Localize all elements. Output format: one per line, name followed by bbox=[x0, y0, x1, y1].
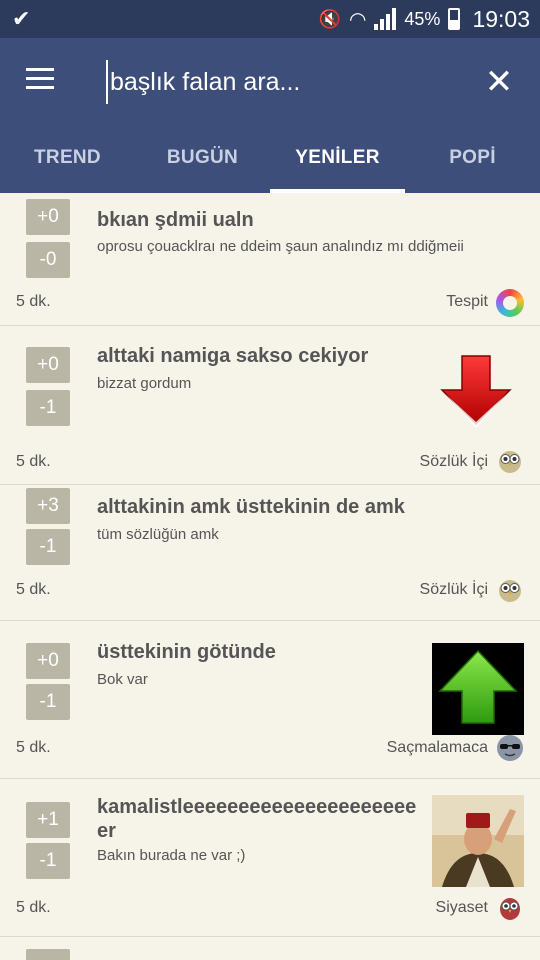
entry-category[interactable]: Siyaset bbox=[436, 899, 488, 917]
list-item[interactable] bbox=[0, 937, 540, 960]
downvote-button[interactable]: -1 bbox=[26, 843, 70, 879]
list-item[interactable]: +0 -1 alttaki namiga sakso cekiyor bizza… bbox=[0, 326, 540, 485]
entry-body: oprosu çouacklraı ne ddeim şaun analındı… bbox=[97, 238, 464, 255]
entry-time: 5 dk. bbox=[16, 581, 51, 598]
search-input[interactable] bbox=[106, 60, 466, 104]
downvote-button[interactable]: -1 bbox=[26, 390, 70, 426]
upvote-button[interactable]: +3 bbox=[26, 488, 70, 524]
entry-body: Bakın burada ne var ;) bbox=[97, 847, 246, 864]
battery-percent: 45% bbox=[404, 8, 441, 29]
red-owl-icon bbox=[500, 898, 520, 920]
red-down-arrow-image bbox=[440, 355, 512, 428]
upvote-button[interactable]: +1 bbox=[26, 802, 70, 838]
list-item[interactable]: +1 -1 kamalistleeeeeeeeeeeeeeeeeeeee er … bbox=[0, 779, 540, 937]
check-icon: ✔ bbox=[12, 6, 31, 31]
man-with-fez-photo bbox=[432, 795, 524, 887]
downvote-button[interactable]: -1 bbox=[26, 684, 70, 720]
entry-title-line-1: kamalistleeeeeeeeeeeeeeeeeeeee bbox=[97, 796, 417, 818]
entry-time: 5 dk. bbox=[16, 453, 51, 470]
wifi-icon: ◠ bbox=[348, 8, 367, 31]
tab-popi[interactable]: POPİ bbox=[405, 130, 540, 193]
entry-title[interactable]: kamalistleeeeeeeeeeeeeeeeeeeee er bbox=[97, 795, 427, 843]
sunglasses-face-icon bbox=[497, 735, 523, 761]
green-up-arrow-image bbox=[432, 643, 524, 735]
entry-body: bizzat gordum bbox=[97, 375, 192, 392]
signal-icon bbox=[374, 8, 397, 30]
tab-yeniler[interactable]: YENİLER bbox=[270, 130, 405, 193]
upvote-button[interactable]: +0 bbox=[26, 347, 70, 383]
mute-icon: 🔇 bbox=[318, 8, 341, 29]
list-item[interactable]: +0 -1 üsttekinin götünde Bok var 5 dk. S… bbox=[0, 621, 540, 779]
entry-title-line-2: er bbox=[97, 820, 116, 842]
tab-trend[interactable]: TREND bbox=[0, 130, 135, 193]
entry-title[interactable]: üsttekinin götünde bbox=[97, 641, 276, 664]
entry-time: 5 dk. bbox=[16, 739, 51, 756]
owl-icon bbox=[499, 451, 521, 473]
app-bar: ✕ TREND BUGÜN YENİLER POPİ bbox=[0, 38, 540, 193]
entry-category[interactable]: Saçmalamaca bbox=[387, 739, 488, 757]
list-item[interactable]: +3 -1 alttakinin amk üsttekinin de amk t… bbox=[0, 485, 540, 621]
list-item[interactable]: +0 -0 bkıan şdmii ualn oprosu çouacklraı… bbox=[0, 193, 540, 326]
hamburger-menu-icon[interactable] bbox=[26, 68, 58, 92]
upvote-button[interactable]: +0 bbox=[26, 643, 70, 679]
entry-time: 5 dk. bbox=[16, 293, 51, 310]
entry-time: 5 dk. bbox=[16, 899, 51, 916]
downvote-button[interactable]: -1 bbox=[26, 529, 70, 565]
tab-bugun[interactable]: BUGÜN bbox=[135, 130, 270, 193]
tab-bar: TREND BUGÜN YENİLER POPİ bbox=[0, 130, 540, 193]
entry-category[interactable]: Tespit bbox=[446, 293, 488, 311]
rainbow-circle-icon bbox=[496, 289, 524, 317]
entry-body: tüm sözlüğün amk bbox=[97, 526, 219, 543]
battery-icon bbox=[448, 8, 461, 30]
status-bar: ✔ 🔇 ◠ 45% 19:03 bbox=[0, 0, 540, 38]
entry-category[interactable]: Sözlük İçi bbox=[420, 453, 488, 471]
entry-title[interactable]: alttaki namiga sakso cekiyor bbox=[97, 345, 368, 368]
upvote-button[interactable] bbox=[26, 949, 70, 960]
entry-category[interactable]: Sözlük İçi bbox=[420, 581, 488, 599]
upvote-button[interactable]: +0 bbox=[26, 199, 70, 235]
entry-body: Bok var bbox=[97, 671, 148, 688]
owl-icon bbox=[499, 580, 521, 602]
close-icon[interactable]: ✕ bbox=[482, 62, 516, 102]
clock: 19:03 bbox=[472, 5, 530, 32]
downvote-button[interactable]: -0 bbox=[26, 242, 70, 278]
entry-title[interactable]: bkıan şdmii ualn bbox=[97, 209, 254, 232]
entry-title[interactable]: alttakinin amk üsttekinin de amk bbox=[97, 496, 405, 519]
